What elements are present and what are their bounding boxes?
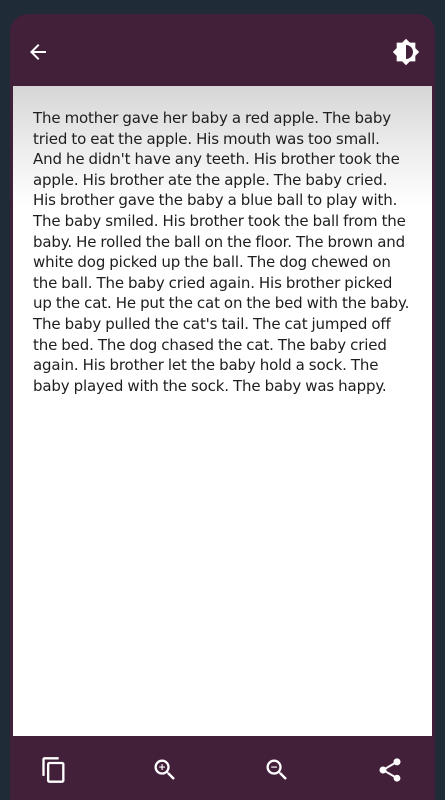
back-button[interactable] xyxy=(16,30,60,74)
zoom-in-icon xyxy=(151,756,179,784)
story-text: The mother gave her baby a red apple. Th… xyxy=(33,109,410,395)
reading-page: The mother gave her baby a red apple. Th… xyxy=(13,86,432,736)
zoom-out-button[interactable] xyxy=(255,748,299,792)
zoom-in-button[interactable] xyxy=(143,748,187,792)
bottom-toolbar xyxy=(10,736,435,800)
arrow-left-icon xyxy=(26,40,50,64)
copy-button[interactable] xyxy=(32,748,76,792)
share-icon xyxy=(376,756,404,784)
share-button[interactable] xyxy=(368,748,412,792)
app-frame: The mother gave her baby a red apple. Th… xyxy=(10,14,435,800)
copy-icon xyxy=(40,756,68,784)
top-app-bar xyxy=(10,14,435,86)
zoom-out-icon xyxy=(263,756,291,784)
brightness-contrast-icon xyxy=(392,38,420,66)
theme-toggle-button[interactable] xyxy=(384,30,428,74)
